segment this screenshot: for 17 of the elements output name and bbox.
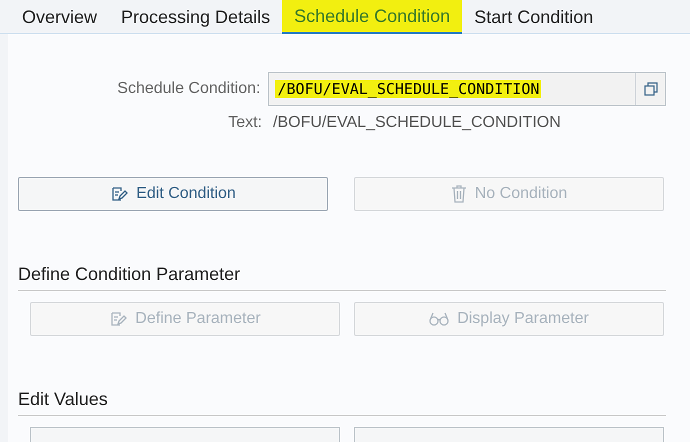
text-label: Text: [227,113,263,133]
field-label: Schedule Condition: [116,79,262,99]
tab[interactable]: Processing Details [109,0,282,34]
tab[interactable]: Start Condition [462,0,606,34]
tab[interactable]: Overview [10,0,110,34]
section-title: Define Condition Parameter [18,264,240,284]
copy-icon [644,82,658,96]
tab[interactable]: Schedule Condition [282,0,462,34]
trash-icon [450,185,467,203]
edit-icon [110,185,128,203]
edit-icon [109,310,128,328]
text-value: /BOFU/EVAL_SCHEDULE_CONDITION [272,113,561,133]
glasses-icon [429,312,450,326]
section-title: Edit Values [18,389,108,409]
field-value: /BOFU/EVAL_SCHEDULE_CONDITION [274,78,542,100]
action-button[interactable]: Edit Condition [18,177,328,211]
condition-input-field[interactable]: /BOFU/EVAL_SCHEDULE_CONDITION [268,72,666,106]
